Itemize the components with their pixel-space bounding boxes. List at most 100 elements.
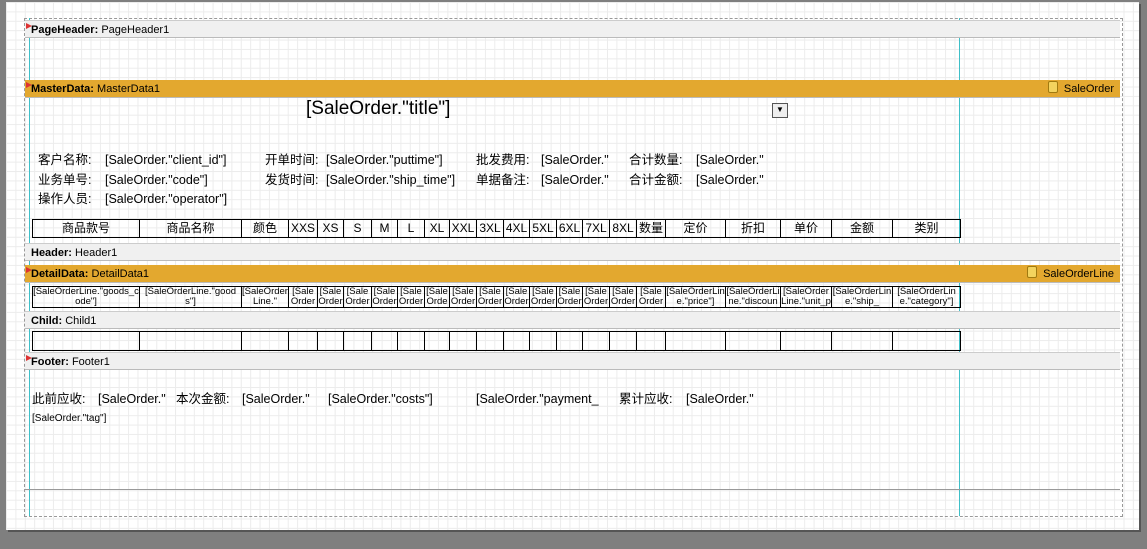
- child-cell-22[interactable]: [892, 331, 961, 351]
- detail-cell-11[interactable]: [SaleOrderLine.": [476, 286, 504, 308]
- qty-value-field[interactable]: [SaleOrder.": [696, 153, 764, 167]
- remark-label[interactable]: 单据备注:: [476, 173, 529, 187]
- total-receivable-field[interactable]: [SaleOrder.": [686, 392, 754, 406]
- column-header-cell-6[interactable]: S: [343, 219, 372, 238]
- column-header-cell-7[interactable]: M: [371, 219, 398, 238]
- column-header-cell-12[interactable]: 4XL: [503, 219, 530, 238]
- detail-cell-8[interactable]: [SaleOrderLine.": [397, 286, 425, 308]
- child-cell-6[interactable]: [343, 331, 372, 351]
- column-header-cell-21[interactable]: 金额: [831, 219, 893, 238]
- detail-cell-4[interactable]: [SaleOrderLine.": [288, 286, 318, 308]
- detail-cell-21[interactable]: [SaleOrderLine."ship_: [831, 286, 893, 308]
- column-header-cell-1[interactable]: 商品款号: [32, 219, 140, 238]
- remark-value-field[interactable]: [SaleOrder.": [541, 173, 609, 187]
- child-cell-1[interactable]: [32, 331, 140, 351]
- report-title-field[interactable]: [SaleOrder."title"]: [306, 99, 450, 118]
- detail-cell-7[interactable]: [SaleOrderLine.": [371, 286, 398, 308]
- client-value-field[interactable]: [SaleOrder."client_id"]: [105, 153, 226, 167]
- column-header-cell-17[interactable]: 数量: [636, 219, 666, 238]
- page-header-band-title[interactable]: PageHeader: PageHeader1: [25, 20, 1120, 38]
- datasource-indicator[interactable]: SaleOrderLine: [1027, 265, 1114, 283]
- child-cell-16[interactable]: [609, 331, 637, 351]
- child-cell-4[interactable]: [288, 331, 318, 351]
- fee-value-field[interactable]: [SaleOrder.": [541, 153, 609, 167]
- datasource-indicator[interactable]: SaleOrder: [1047, 80, 1114, 98]
- detail-cell-16[interactable]: [SaleOrderLine.": [609, 286, 637, 308]
- column-header-cell-16[interactable]: 8XL: [609, 219, 637, 238]
- detail-cell-3[interactable]: [SaleOrderLine.": [241, 286, 289, 308]
- child-cell-5[interactable]: [317, 331, 344, 351]
- design-surface[interactable]: PageHeader: PageHeader1 MasterData: Mast…: [6, 2, 1139, 530]
- current-amount-label[interactable]: 本次金额:: [176, 392, 229, 406]
- column-header-cell-22[interactable]: 类别: [892, 219, 961, 238]
- detail-cell-18[interactable]: [SaleOrderLine."price"]: [665, 286, 726, 308]
- column-header-cell-4[interactable]: XXS: [288, 219, 318, 238]
- detail-cell-9[interactable]: [SaleOrderLine.": [424, 286, 450, 308]
- column-header-cell-13[interactable]: 5XL: [529, 219, 557, 238]
- column-header-cell-5[interactable]: XS: [317, 219, 344, 238]
- footer-band-title[interactable]: Footer: Footer1: [25, 352, 1120, 370]
- child-band-title[interactable]: Child: Child1: [25, 311, 1120, 329]
- child-cell-10[interactable]: [449, 331, 477, 351]
- chevron-down-icon[interactable]: ▼: [772, 103, 788, 118]
- child-cell-19[interactable]: [725, 331, 781, 351]
- child-cell-14[interactable]: [556, 331, 583, 351]
- child-cell-18[interactable]: [665, 331, 726, 351]
- current-amount-field[interactable]: [SaleOrder.": [242, 392, 310, 406]
- master-data-band-title[interactable]: MasterData: MasterData1 SaleOrder: [25, 80, 1120, 98]
- child-cell-11[interactable]: [476, 331, 504, 351]
- detail-cell-14[interactable]: [SaleOrderLine.": [556, 286, 583, 308]
- child-cell-8[interactable]: [397, 331, 425, 351]
- column-header-cell-8[interactable]: L: [397, 219, 425, 238]
- total-receivable-label[interactable]: 累计应收:: [619, 392, 672, 406]
- tag-field[interactable]: [SaleOrder."tag"]: [32, 412, 106, 426]
- amount-label[interactable]: 合计金额:: [629, 173, 682, 187]
- detail-cell-10[interactable]: [SaleOrderLine.": [449, 286, 477, 308]
- detail-cell-13[interactable]: [SaleOrderLine.": [529, 286, 557, 308]
- amount-value-field[interactable]: [SaleOrder.": [696, 173, 764, 187]
- puttime-value-field[interactable]: [SaleOrder."puttime"]: [326, 153, 443, 167]
- detail-cell-6[interactable]: [SaleOrderLine.": [343, 286, 372, 308]
- column-header-cell-9[interactable]: XL: [424, 219, 450, 238]
- column-header-cell-3[interactable]: 颜色: [241, 219, 289, 238]
- column-header-cell-15[interactable]: 7XL: [582, 219, 610, 238]
- operator-label[interactable]: 操作人员:: [38, 192, 91, 206]
- column-header-cell-18[interactable]: 定价: [665, 219, 726, 238]
- footer-band[interactable]: [25, 370, 1120, 490]
- child-cell-3[interactable]: [241, 331, 289, 351]
- detail-cell-12[interactable]: [SaleOrderLine.": [503, 286, 530, 308]
- child-cell-20[interactable]: [780, 331, 832, 351]
- shiptime-value-field[interactable]: [SaleOrder."ship_time"]: [326, 173, 455, 187]
- child-cell-17[interactable]: [636, 331, 666, 351]
- shiptime-label[interactable]: 发货时间:: [265, 173, 318, 187]
- child-cell-15[interactable]: [582, 331, 610, 351]
- page-header-band[interactable]: [25, 39, 1120, 79]
- detail-cell-15[interactable]: [SaleOrderLine.": [582, 286, 610, 308]
- header-band-title[interactable]: Header: Header1: [25, 243, 1120, 261]
- operator-value-field[interactable]: [SaleOrder."operator"]: [105, 192, 227, 206]
- column-header-cell-10[interactable]: XXL: [449, 219, 477, 238]
- child-cell-21[interactable]: [831, 331, 893, 351]
- code-label[interactable]: 业务单号:: [38, 173, 91, 187]
- detail-cell-22[interactable]: [SaleOrderLine."category"]: [892, 286, 961, 308]
- column-header-cell-14[interactable]: 6XL: [556, 219, 583, 238]
- detail-data-band-title[interactable]: DetailData: DetailData1 SaleOrderLine: [25, 265, 1120, 283]
- prev-receivable-label[interactable]: 此前应收:: [32, 392, 85, 406]
- detail-cell-19[interactable]: [SaleOrderLine."discoun: [725, 286, 781, 308]
- payment-field[interactable]: [SaleOrder."payment_: [476, 392, 599, 406]
- client-label[interactable]: 客户名称:: [38, 153, 91, 167]
- child-cell-2[interactable]: [139, 331, 242, 351]
- fee-label[interactable]: 批发费用:: [476, 153, 529, 167]
- qty-label[interactable]: 合计数量:: [629, 153, 682, 167]
- child-cell-12[interactable]: [503, 331, 530, 351]
- column-header-cell-19[interactable]: 折扣: [725, 219, 781, 238]
- code-value-field[interactable]: [SaleOrder."code"]: [105, 173, 208, 187]
- puttime-label[interactable]: 开单时间:: [265, 153, 318, 167]
- column-header-cell-2[interactable]: 商品名称: [139, 219, 242, 238]
- prev-receivable-field[interactable]: [SaleOrder.": [98, 392, 166, 406]
- column-header-cell-11[interactable]: 3XL: [476, 219, 504, 238]
- child-cell-13[interactable]: [529, 331, 557, 351]
- detail-cell-5[interactable]: [SaleOrderLine.": [317, 286, 344, 308]
- column-header-cell-20[interactable]: 单价: [780, 219, 832, 238]
- detail-cell-2[interactable]: [SaleOrderLine."goods"]: [139, 286, 242, 308]
